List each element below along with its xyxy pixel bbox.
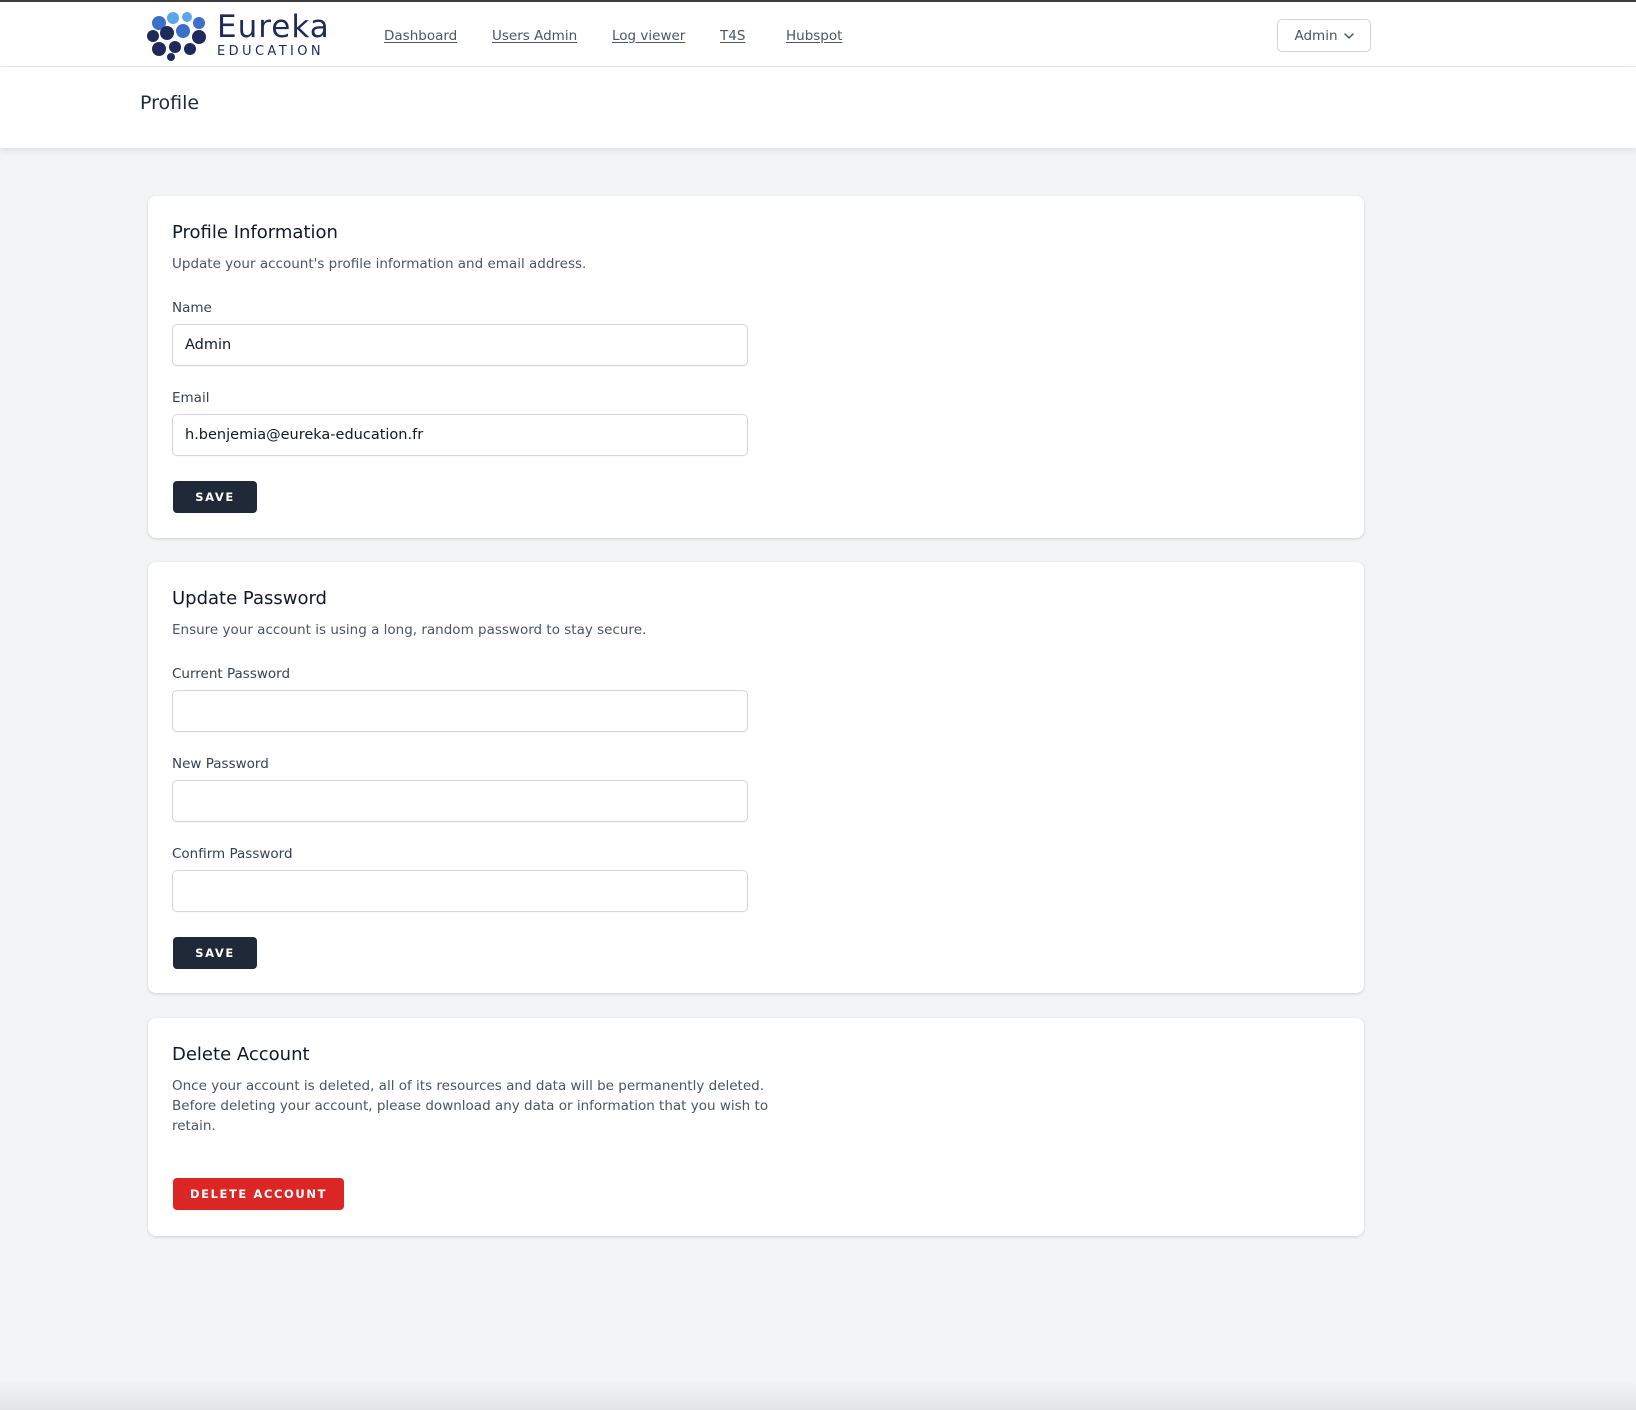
nav-link-log-viewer[interactable]: Log viewer <box>612 28 685 44</box>
email-label: Email <box>172 390 210 406</box>
page-bottom-fade <box>0 1380 1636 1410</box>
confirm-password-label: Confirm Password <box>172 846 293 862</box>
page-title: Profile <box>140 92 200 114</box>
user-menu-button[interactable]: Admin <box>1277 19 1371 52</box>
update-password-card: Update Password Ensure your account is u… <box>148 562 1364 993</box>
current-password-field[interactable] <box>172 690 748 732</box>
chevron-down-icon <box>1343 32 1354 39</box>
delete-account-button[interactable]: Delete Account <box>173 1178 344 1210</box>
card-title: Update Password <box>172 588 327 609</box>
nav-link-users-admin[interactable]: Users Admin <box>492 28 577 44</box>
card-description: Once your account is deleted, all of its… <box>172 1076 772 1136</box>
page-header: Profile <box>0 67 1636 148</box>
name-label: Name <box>172 300 212 316</box>
save-profile-button[interactable]: Save <box>173 481 257 513</box>
nav-link-t4s[interactable]: T4S <box>720 28 745 44</box>
logo-tagline: EDUCATION <box>217 44 325 59</box>
user-menu-label: Admin <box>1294 27 1338 44</box>
card-title: Profile Information <box>172 222 338 243</box>
nav-link-dashboard[interactable]: Dashboard <box>384 28 457 44</box>
save-password-button[interactable]: Save <box>173 937 257 969</box>
nav-link-hubspot[interactable]: Hubspot <box>786 28 842 44</box>
card-description: Update your account's profile informatio… <box>172 256 587 272</box>
card-description: Ensure your account is using a long, ran… <box>172 622 647 638</box>
eureka-logo-icon <box>147 12 206 61</box>
delete-account-card: Delete Account Once your account is dele… <box>148 1018 1364 1236</box>
card-title: Delete Account <box>172 1044 310 1065</box>
description-line: Before deleting your account, please dow… <box>172 1098 769 1114</box>
description-line: retain. <box>172 1118 216 1134</box>
email-field[interactable] <box>172 414 748 456</box>
current-password-label: Current Password <box>172 666 291 682</box>
new-password-field[interactable] <box>172 780 748 822</box>
logo-wordmark: Eureka <box>217 9 330 45</box>
eureka-logo[interactable]: Eureka EDUCATION <box>145 8 335 62</box>
name-field[interactable] <box>172 324 748 366</box>
new-password-label: New Password <box>172 756 269 772</box>
profile-information-card: Profile Information Update your account'… <box>148 196 1364 538</box>
top-navbar: Eureka EDUCATION Dashboard Users Admin L… <box>0 0 1636 67</box>
confirm-password-field[interactable] <box>172 870 748 912</box>
description-line: Once your account is deleted, all of its… <box>172 1078 765 1094</box>
